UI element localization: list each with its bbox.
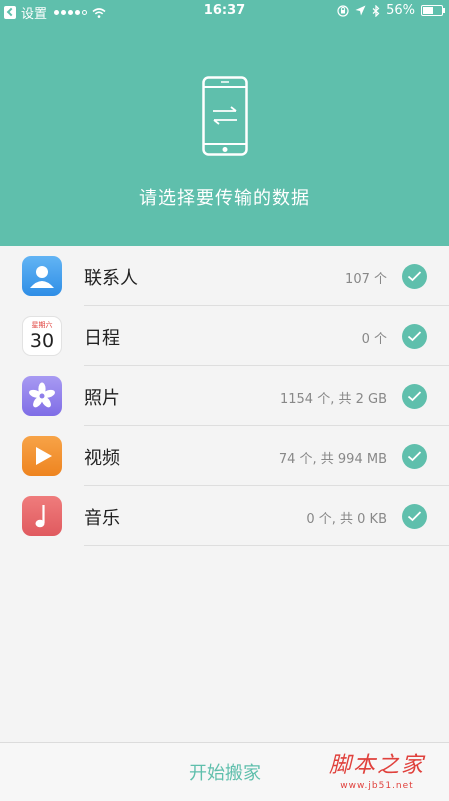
contacts-icon <box>22 256 62 296</box>
item-label: 日程 <box>84 328 120 349</box>
watermark-url: www.jb51.net <box>340 781 414 791</box>
phone-transfer-icon <box>202 76 248 156</box>
item-count: 0 个, 共 0 KB <box>306 512 387 527</box>
divider <box>84 545 449 546</box>
item-label: 照片 <box>84 388 120 409</box>
item-label: 联系人 <box>84 268 138 289</box>
battery-icon <box>421 5 445 16</box>
list-item-calendar[interactable]: 星期六 30 日程 0 个 <box>0 306 449 366</box>
checkmark-icon[interactable] <box>402 384 427 409</box>
list-item-photos[interactable]: 照片 1154 个, 共 2 GB <box>0 366 449 426</box>
start-migration-button[interactable]: 开始搬家 <box>150 743 300 801</box>
checkmark-icon[interactable] <box>402 324 427 349</box>
video-icon <box>22 436 62 476</box>
item-count: 74 个, 共 994 MB <box>278 452 387 467</box>
calendar-icon: 星期六 30 <box>22 316 62 356</box>
list-item-contacts[interactable]: 联系人 107 个 <box>0 246 449 306</box>
music-icon <box>22 496 62 536</box>
watermark-logo: 脚本之家 www.jb51.net <box>317 747 437 797</box>
calendar-weekday: 星期六 <box>31 321 53 329</box>
data-type-list: 联系人 107 个 星期六 30 日程 0 个 照片 1154 个, 共 2 G… <box>0 246 449 546</box>
location-icon <box>355 5 366 16</box>
calendar-day: 30 <box>29 330 55 352</box>
photos-icon <box>22 376 62 416</box>
status-bar: 设置 16:37 56% <box>0 0 449 22</box>
bluetooth-icon <box>372 4 380 17</box>
item-label: 音乐 <box>84 508 120 529</box>
item-count: 0 个 <box>361 332 387 347</box>
item-count: 1154 个, 共 2 GB <box>279 392 387 407</box>
header-banner: 设置 16:37 56% 请选择要传输的数据 <box>0 0 449 246</box>
battery-percent: 56% <box>386 3 415 18</box>
watermark-main: 脚本之家 <box>328 753 425 778</box>
checkmark-icon[interactable] <box>402 504 427 529</box>
bottom-bar: 开始搬家 脚本之家 www.jb51.net <box>0 742 449 801</box>
item-count: 107 个 <box>345 272 387 287</box>
checkmark-icon[interactable] <box>402 444 427 469</box>
list-item-music[interactable]: 音乐 0 个, 共 0 KB <box>0 486 449 546</box>
checkmark-icon[interactable] <box>402 264 427 289</box>
orientation-lock-icon <box>337 4 349 17</box>
page-title: 请选择要传输的数据 <box>139 188 310 209</box>
item-label: 视频 <box>84 448 120 469</box>
list-item-video[interactable]: 视频 74 个, 共 994 MB <box>0 426 449 486</box>
